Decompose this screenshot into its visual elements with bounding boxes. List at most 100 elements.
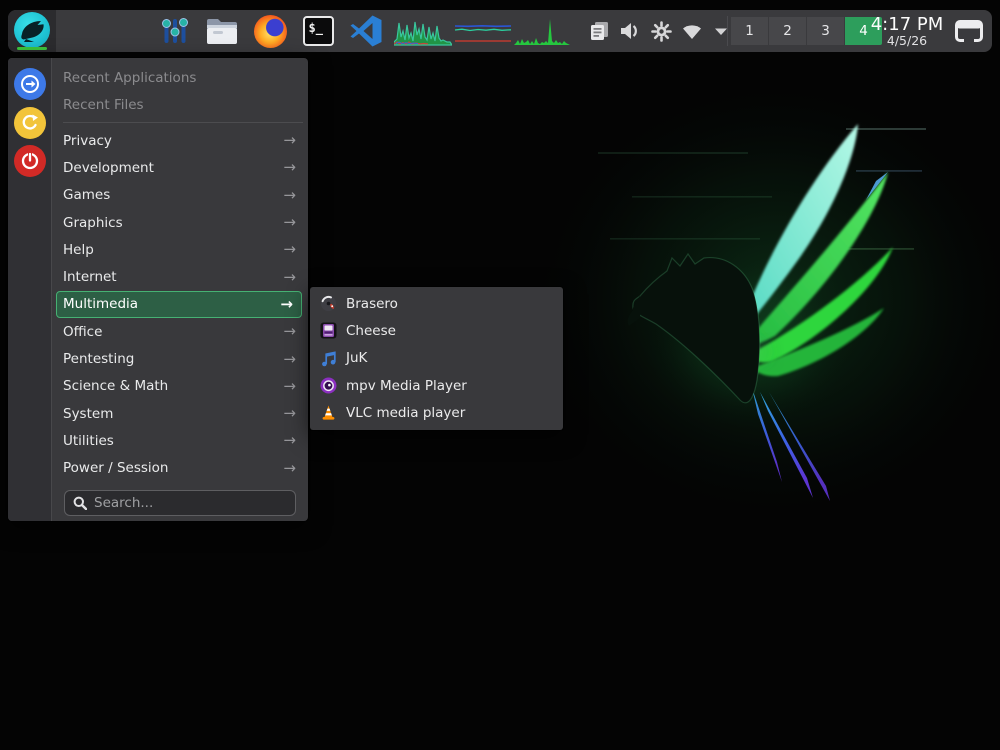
- volume-icon[interactable]: [619, 10, 641, 52]
- recent-files-label: Recent Files: [63, 97, 144, 113]
- menu-category-item[interactable]: Multimedia →: [56, 291, 302, 318]
- menu-category-item[interactable]: Help →: [52, 236, 308, 263]
- submenu-arrow-icon: →: [283, 160, 296, 175]
- menu-category-label: Multimedia: [63, 296, 138, 312]
- network-graph: [514, 15, 570, 47]
- workspace-button[interactable]: 3: [807, 17, 844, 45]
- recent-applications-item[interactable]: Recent Applications: [52, 64, 308, 91]
- menu-category-label: Games: [63, 187, 110, 203]
- clock-date: 4/5/26: [887, 34, 927, 48]
- shutdown-icon: [20, 151, 40, 171]
- menu-category-label: Utilities: [63, 433, 114, 449]
- submenu-item-label: VLC media player: [346, 405, 465, 421]
- menu-category-label: System: [63, 406, 113, 422]
- shutdown-button[interactable]: [14, 145, 46, 177]
- menu-category-label: Science & Math: [63, 378, 168, 394]
- memory-graph: [454, 15, 512, 47]
- system-tray: [588, 10, 730, 52]
- restart-button[interactable]: [14, 107, 46, 139]
- submenu-item-label: Brasero: [346, 296, 398, 312]
- submenu-item-label: Cheese: [346, 323, 396, 339]
- app-launcher-button[interactable]: [8, 10, 56, 52]
- menu-category-item[interactable]: Pentesting →: [52, 345, 308, 372]
- vscode-icon[interactable]: [348, 13, 384, 49]
- menu-category-item[interactable]: Development →: [52, 154, 308, 181]
- search-box[interactable]: [64, 490, 296, 516]
- terminal-glyph: $_: [303, 16, 334, 46]
- menu-content: Recent Applications Recent Files Privacy…: [52, 58, 308, 521]
- submenu-arrow-icon: →: [283, 352, 296, 367]
- submenu-arrow-icon: →: [283, 133, 296, 148]
- clock-time: 4:17 PM: [871, 15, 944, 34]
- launcher-active-indicator: [17, 47, 47, 50]
- menu-category-item[interactable]: System →: [52, 400, 308, 427]
- mpv-icon: [320, 377, 337, 394]
- submenu-arrow-icon: →: [283, 406, 296, 421]
- desktop: $_: [0, 0, 1000, 750]
- clipboard-icon[interactable]: [588, 10, 610, 52]
- show-desktop-icon: [955, 20, 983, 42]
- pager-separator: [727, 16, 728, 46]
- submenu-arrow-icon: →: [283, 433, 296, 448]
- system-monitor: [394, 15, 570, 47]
- restart-icon: [20, 113, 40, 133]
- menu-category-label: Development: [63, 160, 154, 176]
- submenu-item-vlc[interactable]: VLC media player: [310, 399, 563, 426]
- menu-category-item[interactable]: Graphics →: [52, 209, 308, 236]
- recent-files-item[interactable]: Recent Files: [52, 91, 308, 118]
- cheese-icon: [320, 322, 337, 339]
- menu-category-item[interactable]: Privacy →: [52, 127, 308, 154]
- submenu-arrow-icon: →: [283, 324, 296, 339]
- menu-category-item[interactable]: Games →: [52, 182, 308, 209]
- menu-category-label: Pentesting: [63, 351, 134, 367]
- firefox-icon[interactable]: [252, 13, 288, 49]
- menu-category-label: Help: [63, 242, 94, 258]
- menu-category-label: Privacy: [63, 133, 112, 149]
- menu-category-item[interactable]: Office →: [52, 318, 308, 345]
- clock-widget[interactable]: 4:17 PM 4/5/26: [868, 10, 946, 52]
- submenu-arrow-icon: →: [283, 242, 296, 257]
- workspace-button[interactable]: 2: [769, 17, 806, 45]
- top-panel: $_: [8, 10, 992, 52]
- logout-icon: [20, 74, 40, 94]
- submenu-arrow-icon: →: [280, 297, 293, 312]
- vlc-icon: [320, 404, 337, 421]
- recent-applications-label: Recent Applications: [63, 70, 196, 86]
- session-sidebar: [8, 58, 52, 521]
- settings-gear-icon[interactable]: [650, 10, 672, 52]
- juk-icon: [320, 350, 337, 367]
- submenu-item-cheese[interactable]: Cheese: [310, 317, 563, 344]
- search-icon: [73, 496, 87, 510]
- submenu-item-brasero[interactable]: Brasero: [310, 290, 563, 317]
- menu-category-label: Graphics: [63, 215, 123, 231]
- submenu-item-mpv[interactable]: mpv Media Player: [310, 372, 563, 399]
- cpu-graph: [394, 15, 452, 47]
- distro-logo-icon: [14, 12, 50, 48]
- submenu-arrow-icon: →: [283, 270, 296, 285]
- menu-category-label: Office: [63, 324, 102, 340]
- menu-separator: [63, 122, 303, 123]
- submenu-item-label: mpv Media Player: [346, 378, 467, 394]
- show-desktop-button[interactable]: [948, 10, 990, 52]
- wifi-icon[interactable]: [681, 10, 703, 52]
- multimedia-submenu: Brasero Cheese: [310, 287, 563, 430]
- menu-category-item[interactable]: Internet →: [52, 263, 308, 290]
- logout-button[interactable]: [14, 68, 46, 100]
- pager: 1234: [731, 17, 882, 45]
- menu-category-label: Internet: [63, 269, 117, 285]
- submenu-arrow-icon: →: [283, 188, 296, 203]
- workspace-button[interactable]: 1: [731, 17, 768, 45]
- application-menu: Recent Applications Recent Files Privacy…: [8, 58, 308, 521]
- search-input[interactable]: [94, 495, 287, 511]
- file-manager-icon[interactable]: [204, 13, 240, 49]
- terminal-icon[interactable]: $_: [300, 13, 336, 49]
- settings-sliders-icon[interactable]: [157, 13, 193, 49]
- submenu-arrow-icon: →: [283, 461, 296, 476]
- submenu-item-juk[interactable]: JuK: [310, 345, 563, 372]
- submenu-arrow-icon: →: [283, 215, 296, 230]
- menu-category-item[interactable]: Utilities →: [52, 427, 308, 454]
- menu-category-item[interactable]: Science & Math →: [52, 373, 308, 400]
- category-list: Privacy → Development → Games → Graphics…: [52, 127, 308, 482]
- menu-category-item[interactable]: Power / Session →: [52, 455, 308, 482]
- submenu-item-label: JuK: [346, 350, 367, 366]
